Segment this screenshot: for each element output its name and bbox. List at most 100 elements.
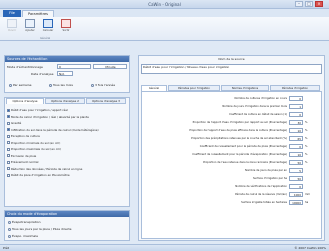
radio-monthly[interactable]: Tous les mois [49, 83, 73, 87]
param-row: Période de calcul de la réserve (mm/an) 1… [142, 192, 323, 198]
source-list[interactable]: Débit d'eau pour l'irrigation / Niveau d… [141, 64, 322, 74]
param-unit: % [305, 129, 308, 132]
field1-label: Mode d'échantillonnage [7, 65, 43, 69]
param-input[interactable]: 0 [289, 112, 303, 117]
radio-monthly-dot [49, 83, 52, 87]
option-10[interactable]: Débit de pluie d'irrigation en Pluviomét… [7, 172, 127, 179]
param-unit: mm [305, 193, 311, 196]
tab-options-1[interactable]: Options d'analyse [6, 98, 44, 104]
radio-yearly-label: 3 fois l'année [95, 83, 116, 87]
radio-max-evap-label: Évapo. maximale [12, 234, 38, 238]
param-input[interactable]: 10 [289, 152, 303, 157]
add-button-label: Ajouter [25, 29, 35, 32]
option-4-label: Exception de culture [11, 134, 40, 138]
radio-max-evap[interactable]: Évapo. maximale [8, 234, 38, 238]
param-label: Nombre de vérifications de l'application [235, 185, 287, 188]
param-unit: ha [305, 201, 309, 204]
param-input[interactable]: 10000 [289, 200, 303, 205]
param-label: Surface irrigable totale en hectares [241, 201, 287, 204]
param-input[interactable]: 1000 [289, 192, 303, 197]
param-input[interactable]: 5 [289, 168, 303, 173]
options-list: Débit d'eau pour l'irrigation / apport r… [7, 107, 127, 179]
param-label: Coefficient de culture en début de saiso… [229, 113, 287, 116]
tab-parametres[interactable]: Paramètres [22, 10, 54, 17]
option-8-check [7, 160, 10, 164]
param-input[interactable]: 0 [289, 184, 303, 189]
status-text: Prêt [3, 246, 9, 250]
param-input[interactable]: 65 [289, 136, 303, 141]
option-5-check [7, 141, 10, 144]
param-row: Nombre de vérifications de l'application… [142, 184, 323, 190]
open-button[interactable]: Ouvrir [4, 19, 20, 37]
option-2-label: Gravité [11, 121, 22, 125]
close-button[interactable]: × [315, 1, 323, 7]
tab-file[interactable]: File [3, 10, 21, 17]
exit-icon [61, 19, 71, 28]
source-list-item[interactable]: Débit d'eau pour l'irrigation / Niveau d… [143, 65, 229, 69]
param-unit: % [305, 145, 308, 148]
option-3-check [7, 128, 10, 131]
option-10-label: Débit de pluie d'irrigation en Pluviomét… [11, 173, 70, 177]
param-row: Surface d'irrigation par ha 50 [142, 176, 323, 182]
param-input[interactable]: 50 [289, 160, 303, 165]
param-label: Surface d'irrigation par ha [253, 177, 287, 180]
calculate-button-label: Calculer [42, 29, 54, 32]
exit-button-label: Sortir [62, 29, 70, 32]
sources-panel: Sources de l'échantillon Mode d'échantil… [4, 55, 130, 93]
option-1-check [7, 115, 10, 118]
radio-monthly-label: Tous les mois [53, 83, 73, 87]
radio-weekly-label: Par semaine [13, 83, 32, 87]
analysis-date-input[interactable]: N/A [57, 71, 73, 76]
option-9-check [7, 167, 10, 170]
param-unit: % [305, 121, 308, 124]
radio-daily-rain-dot [8, 227, 11, 231]
option-9-label: Réduction des données / Période de calcu… [11, 166, 83, 171]
param-input[interactable]: 0 [289, 96, 303, 101]
tab-options-2[interactable]: Options d'analyse 2 [45, 98, 85, 104]
option-6-label: Proportion maximale du sol (en cm) [11, 147, 62, 151]
sources-panel-header: Sources de l'échantillon [5, 56, 129, 62]
tab-options-3[interactable]: Options d'analyse 3 [86, 98, 126, 104]
param-label: Coefficient de ruissellement pour la pér… [199, 145, 287, 148]
source-list-header: Nom de la source [218, 57, 245, 61]
analysis-subtabs: Options d'analyse Options d'analyse 2 Op… [5, 98, 129, 104]
open-icon [7, 19, 17, 28]
param-unit: % [305, 153, 308, 156]
field2-label: Date d'analyse [31, 72, 54, 76]
param-label: Coefficient de ruissellement pour la pér… [192, 153, 287, 156]
param-label: Période de calcul de la réserve (mm/an) [235, 193, 287, 196]
calculate-button[interactable]: Calculer [40, 19, 56, 37]
param-row: Coefficient de ruissellement pour la pér… [142, 144, 323, 150]
exit-button[interactable]: Sortir [58, 19, 74, 37]
sampling-mode-input[interactable]: 0 [57, 64, 91, 69]
param-label: Proportion de l'eau retenue dans la zone… [203, 161, 287, 164]
radio-yearly[interactable]: 3 fois l'année [91, 83, 115, 87]
param-label: Proportion des précipitations retenues p… [191, 137, 287, 140]
analysis-options-panel: Options d'analyse Options d'analyse 2 Op… [4, 97, 130, 207]
ribbon: Ouvrir Ajouter Calculer Sortir Général [0, 17, 329, 41]
option-10-check [7, 173, 10, 177]
title-bar: CaWin - Original – □ × [0, 0, 329, 9]
param-input[interactable]: 1 [289, 104, 303, 109]
param-input[interactable]: 30 [289, 120, 303, 125]
maximize-button[interactable]: □ [305, 1, 313, 7]
calculate-icon [43, 19, 53, 28]
radio-evapotranspiration-dot [8, 220, 11, 224]
option-0-label: Débit d'eau pour l'irrigation / apport r… [11, 108, 68, 112]
radio-max-evap-dot [8, 234, 11, 238]
option-7-label: Exclusion de pluie [11, 153, 37, 158]
param-input[interactable]: 0 [289, 144, 303, 149]
radio-weekly[interactable]: Par semaine [9, 83, 31, 87]
sampling-unit-select[interactable]: Minute [93, 64, 127, 69]
param-label: Nombre de jours d'irrigation dans le pre… [222, 105, 287, 108]
radio-daily-rain[interactable]: Tous les jours par la pluie / Pluie dire… [8, 227, 71, 231]
minimize-button[interactable]: – [295, 1, 303, 7]
param-unit: % [305, 161, 308, 164]
parameter-form: Nombre de cultures d'irrigation en cours… [141, 91, 322, 239]
add-button[interactable]: Ajouter [22, 19, 38, 37]
status-right: © 2007 CaWin 100% [294, 246, 326, 250]
option-1-label: Mode de calcul d'irrigation / réel / abs… [11, 114, 89, 119]
param-input[interactable]: 50 [289, 176, 303, 181]
radio-evapotranspiration[interactable]: Évapotranspiration [8, 220, 41, 224]
param-input[interactable]: 10 [289, 128, 303, 133]
